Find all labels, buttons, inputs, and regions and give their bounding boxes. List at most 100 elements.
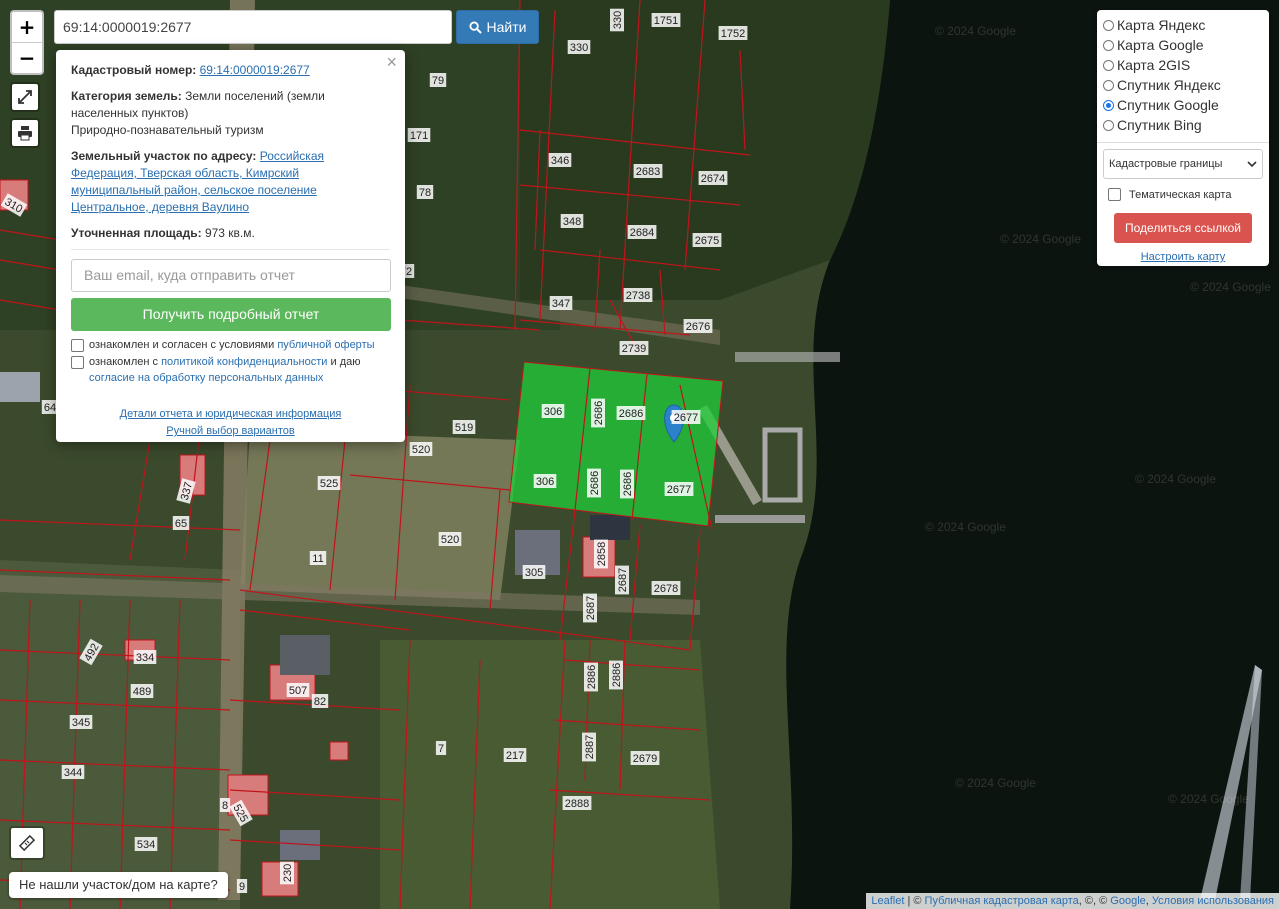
parcel-number-label[interactable]: 2674 xyxy=(698,171,728,185)
google-link[interactable]: Google xyxy=(1110,895,1145,907)
parcel-number-label[interactable]: 79 xyxy=(429,73,447,87)
parcel-number: 2686 xyxy=(622,472,634,496)
basemap-option-label: Карта Google xyxy=(1117,37,1204,53)
share-link-button[interactable]: Поделиться ссылкой xyxy=(1114,213,1252,243)
parcel-number-label[interactable]: 2858 xyxy=(594,539,608,569)
privacy-consent-checkbox[interactable] xyxy=(71,356,84,369)
parcel-number-label[interactable]: 519 xyxy=(452,420,476,434)
print-button[interactable] xyxy=(10,118,40,148)
parcel-number-label[interactable]: 2677 xyxy=(664,482,694,496)
parcel-number-label[interactable]: 1752 xyxy=(718,26,748,40)
parcel-number-label[interactable]: 2738 xyxy=(623,288,653,302)
parcel-number-label[interactable]: 2739 xyxy=(619,341,649,355)
parcel-number-label[interactable]: 520 xyxy=(409,442,433,456)
zoom-in-button[interactable]: + xyxy=(12,12,42,43)
parcel-number-label[interactable]: 2678 xyxy=(651,581,681,595)
parcel-number-label[interactable]: 348 xyxy=(560,214,584,228)
basemap-radio[interactable] xyxy=(1103,19,1114,31)
not-found-button[interactable]: Не нашли участок/дом на карте? xyxy=(9,872,228,898)
overlay-select[interactable]: Кадастровые границы xyxy=(1103,149,1263,179)
parcel-number-label[interactable]: 2679 xyxy=(630,751,660,765)
parcel-number-label[interactable]: 171 xyxy=(407,128,431,142)
parcel-number-label[interactable]: 305 xyxy=(522,565,546,579)
search-button[interactable]: Найти xyxy=(456,10,539,44)
basemap-radio[interactable] xyxy=(1103,99,1114,111)
basemap-option[interactable]: Спутник Яндекс xyxy=(1103,75,1263,95)
parcel-number-label[interactable]: 2677 xyxy=(671,410,701,424)
parcel-number-label[interactable]: 306 xyxy=(533,474,557,488)
parcel-number-label[interactable]: 2687 xyxy=(583,593,597,623)
parcel-number: 2676 xyxy=(686,321,710,333)
offer-consent-checkbox[interactable] xyxy=(71,339,84,352)
basemap-option[interactable]: Спутник Google xyxy=(1103,95,1263,115)
parcel-number-label[interactable]: 9 xyxy=(236,879,248,893)
manual-choice-link[interactable]: Ручной выбор вариантов xyxy=(166,425,294,437)
parcel-number-label[interactable]: 2887 xyxy=(582,732,596,762)
parcel-number-label[interactable]: 2888 xyxy=(562,796,592,810)
basemap-option[interactable]: Карта Яндекс xyxy=(1103,15,1263,35)
parcel-number-label[interactable]: 534 xyxy=(134,837,158,851)
parcel-number-label[interactable]: 2686 xyxy=(616,406,646,420)
parcel-number-label[interactable]: 520 xyxy=(438,532,462,546)
parcel-number-label[interactable]: 2686 xyxy=(620,469,634,499)
parcel-number-label[interactable]: 344 xyxy=(61,765,85,779)
basemap-radio[interactable] xyxy=(1103,119,1114,131)
pkk-link[interactable]: Публичная кадастровая карта xyxy=(925,895,1079,907)
close-icon[interactable]: × xyxy=(386,53,397,71)
email-input[interactable]: Ваш email, куда отправить отчет xyxy=(71,259,391,292)
parcel-number-label[interactable]: 330 xyxy=(567,40,591,54)
parcel-number-label[interactable]: 65 xyxy=(172,516,190,530)
parcel-number-label[interactable]: 78 xyxy=(416,185,434,199)
parcel-number-label[interactable]: 8 xyxy=(219,798,231,812)
basemap-radio[interactable] xyxy=(1103,39,1114,51)
parcel-number-label[interactable]: 346 xyxy=(548,153,572,167)
parcel-number-label[interactable]: 306 xyxy=(541,404,565,418)
leaflet-link[interactable]: Leaflet xyxy=(871,895,904,907)
cadastral-number-link[interactable]: 69:14:0000019:2677 xyxy=(200,63,310,77)
parcel-number-label[interactable]: 507 xyxy=(286,683,310,697)
get-report-button[interactable]: Получить подробный отчет xyxy=(71,298,391,331)
parcel-number-label[interactable]: 2687 xyxy=(615,565,629,595)
parcel-number-label[interactable]: 11 xyxy=(309,551,327,565)
search-input[interactable]: 69:14:0000019:2677 xyxy=(54,10,452,44)
parcel-number-label[interactable]: 2684 xyxy=(627,225,657,239)
measure-button[interactable] xyxy=(9,826,45,860)
parcel-number-label[interactable]: 330 xyxy=(610,8,624,32)
thematic-map-option[interactable]: Тематическая карта xyxy=(1103,188,1263,201)
fullscreen-button[interactable] xyxy=(10,82,40,112)
parcel-number-label[interactable]: 1751 xyxy=(651,13,681,27)
configure-map-link[interactable]: Настроить карту xyxy=(1103,251,1263,263)
parcel-number-label[interactable]: 347 xyxy=(549,296,573,310)
parcel-number-label[interactable]: 334 xyxy=(133,650,157,664)
terms-link[interactable]: Условия использования xyxy=(1152,895,1274,907)
privacy-policy-link[interactable]: политикой конфиденциальности xyxy=(161,356,327,368)
parcel-number-label[interactable]: 2683 xyxy=(633,164,663,178)
report-details-link[interactable]: Детали отчета и юридическая информация xyxy=(120,408,342,420)
parcel-number-label[interactable]: 2886 xyxy=(609,660,623,690)
parcel-number-label[interactable]: 489 xyxy=(130,684,154,698)
thematic-map-label: Тематическая карта xyxy=(1129,188,1232,201)
parcel-number-label[interactable]: 2686 xyxy=(591,398,605,428)
basemap-option[interactable]: Спутник Bing xyxy=(1103,115,1263,135)
basemap-option[interactable]: Карта 2GIS xyxy=(1103,55,1263,75)
parcel-number-label[interactable]: 525 xyxy=(317,476,341,490)
thematic-map-checkbox[interactable] xyxy=(1108,188,1121,201)
parcel-number: 2686 xyxy=(619,408,643,420)
basemap-radio[interactable] xyxy=(1103,59,1114,71)
parcel-number-label[interactable]: 217 xyxy=(503,748,527,762)
public-offer-link[interactable]: публичной оферты xyxy=(277,339,374,351)
parcel-number-label[interactable]: 2686 xyxy=(587,468,601,498)
parcel-number: 2677 xyxy=(674,412,698,424)
parcel-number-label[interactable]: 2675 xyxy=(692,233,722,247)
personal-data-link[interactable]: согласие на обработку персональных данны… xyxy=(89,372,323,384)
parcel-number-label[interactable]: 230 xyxy=(280,861,294,885)
parcel-number-label[interactable]: 82 xyxy=(311,694,329,708)
parcel-number-label[interactable]: 2676 xyxy=(683,319,713,333)
basemap-radio[interactable] xyxy=(1103,79,1114,91)
parcel-number-label[interactable]: 7 xyxy=(435,741,447,755)
zoom-out-button[interactable]: − xyxy=(12,43,42,73)
parcel-number-label[interactable]: 2886 xyxy=(584,662,598,692)
parcel-number-label[interactable]: 345 xyxy=(69,715,93,729)
basemap-option[interactable]: Карта Google xyxy=(1103,35,1263,55)
selected-parcel[interactable] xyxy=(508,361,724,527)
